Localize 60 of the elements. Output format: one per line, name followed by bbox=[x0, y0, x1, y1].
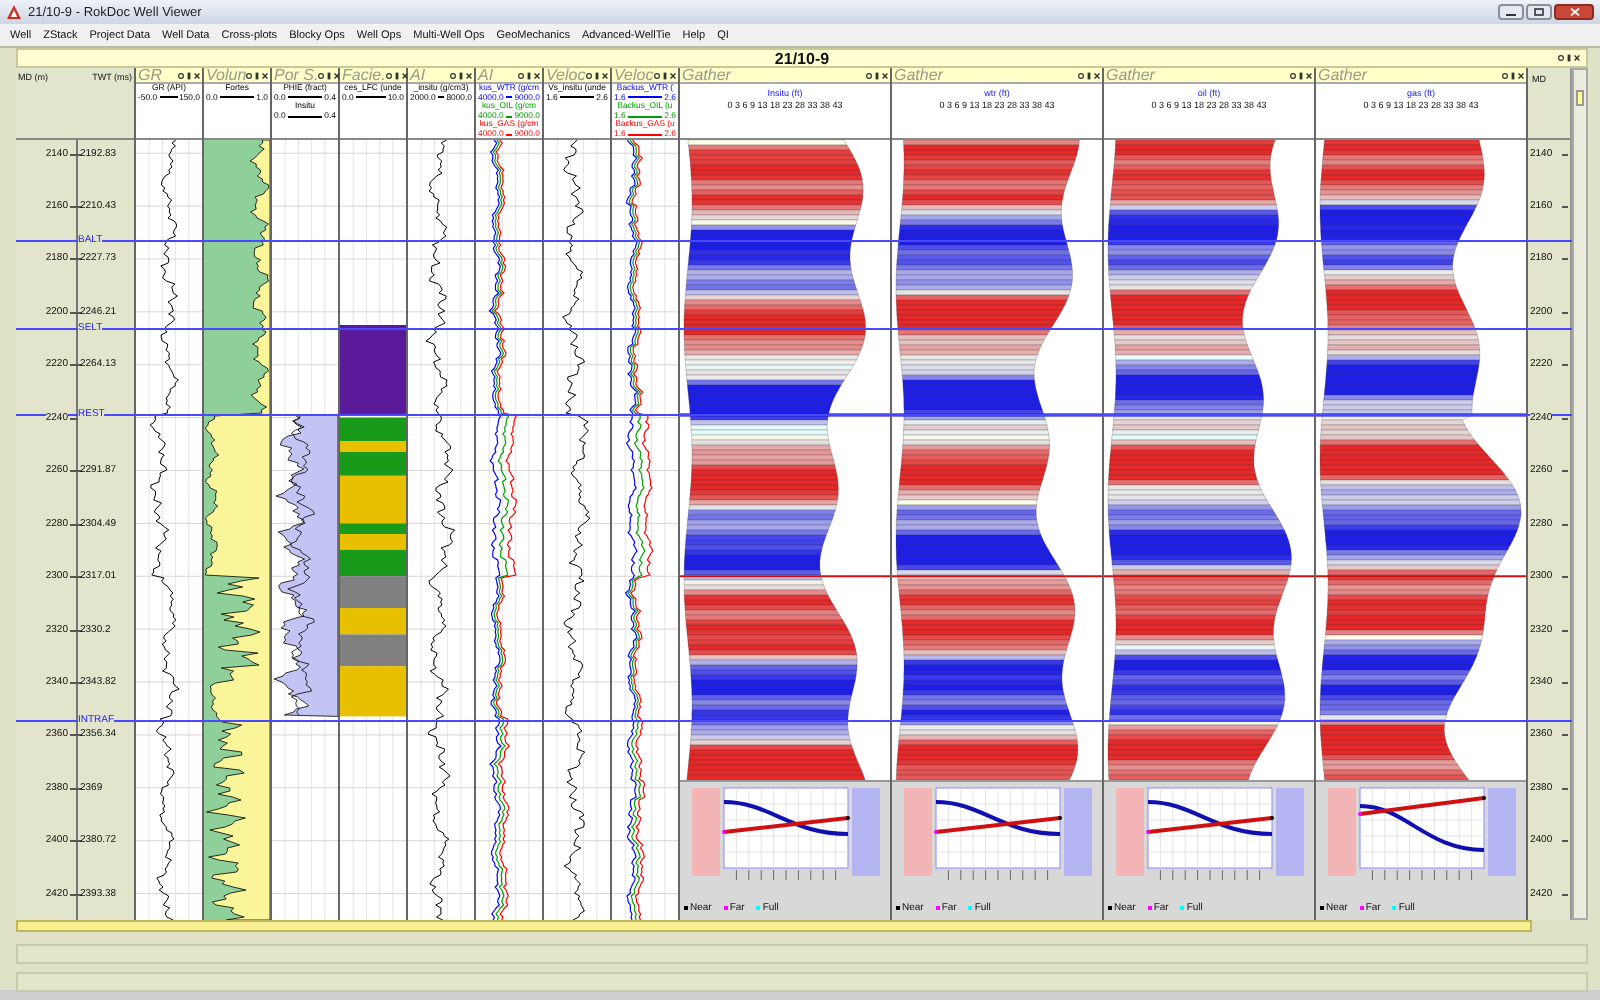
track-title: Gather bbox=[1318, 67, 1367, 83]
pin-icon[interactable] bbox=[526, 71, 532, 79]
circle-icon[interactable] bbox=[385, 71, 392, 79]
track-title: Gather bbox=[894, 67, 943, 83]
circle-icon[interactable] bbox=[866, 71, 872, 79]
circle-icon[interactable] bbox=[518, 71, 524, 79]
pin-icon[interactable] bbox=[393, 71, 400, 79]
track-title: Gather bbox=[682, 67, 731, 83]
close-icon[interactable] bbox=[466, 71, 472, 79]
vertical-scrollbar[interactable] bbox=[1572, 68, 1588, 920]
close-icon[interactable] bbox=[194, 71, 200, 79]
circle-icon[interactable] bbox=[1078, 71, 1084, 79]
circle-icon[interactable] bbox=[178, 71, 184, 79]
pin-icon[interactable] bbox=[1298, 71, 1304, 79]
circle-icon[interactable] bbox=[586, 71, 592, 79]
track-title: AI bbox=[410, 67, 426, 83]
track-title: Facie. bbox=[342, 67, 386, 83]
pin-icon[interactable] bbox=[662, 71, 668, 79]
circle-icon[interactable] bbox=[1502, 71, 1508, 79]
maximize-button[interactable] bbox=[1526, 4, 1552, 20]
app-icon bbox=[6, 4, 22, 20]
close-button[interactable] bbox=[1554, 4, 1594, 20]
close-icon[interactable] bbox=[401, 71, 408, 79]
circle-icon[interactable] bbox=[1558, 54, 1564, 62]
circle-icon[interactable] bbox=[450, 71, 456, 79]
pin-icon[interactable] bbox=[594, 71, 600, 79]
close-icon bbox=[1569, 8, 1579, 16]
close-icon[interactable] bbox=[1094, 71, 1100, 79]
pin-icon[interactable] bbox=[186, 71, 192, 79]
close-icon[interactable] bbox=[602, 71, 608, 79]
track-title: Por S. bbox=[274, 67, 319, 83]
close-icon[interactable] bbox=[1518, 71, 1524, 79]
track-title: Volun bbox=[206, 67, 247, 83]
pin-icon[interactable] bbox=[1566, 54, 1572, 62]
circle-icon[interactable] bbox=[1290, 71, 1296, 79]
close-icon[interactable] bbox=[262, 71, 269, 79]
minimize-icon bbox=[1506, 8, 1516, 16]
pin-icon[interactable] bbox=[1510, 71, 1516, 79]
track-title: AI bbox=[478, 67, 494, 83]
pin-icon[interactable] bbox=[326, 71, 333, 79]
track-title: Veloc bbox=[546, 67, 586, 83]
panel-title: 21/10-9 bbox=[774, 49, 830, 67]
close-icon[interactable] bbox=[534, 71, 540, 79]
track-title: Gather bbox=[1106, 67, 1155, 83]
track-title: GR bbox=[138, 67, 162, 83]
circle-icon[interactable] bbox=[246, 71, 253, 79]
minimize-button[interactable] bbox=[1498, 4, 1524, 20]
track-title: Veloc bbox=[614, 67, 654, 83]
horizontal-scrollbar[interactable] bbox=[16, 920, 1532, 932]
close-icon[interactable] bbox=[882, 71, 888, 79]
close-icon[interactable] bbox=[1574, 54, 1580, 62]
pin-icon[interactable] bbox=[874, 71, 880, 79]
close-icon[interactable] bbox=[670, 71, 676, 79]
pin-icon[interactable] bbox=[458, 71, 464, 79]
pin-icon[interactable] bbox=[1086, 71, 1092, 79]
pin-icon[interactable] bbox=[254, 71, 261, 79]
maximize-icon bbox=[1534, 8, 1544, 16]
circle-icon[interactable] bbox=[654, 71, 660, 79]
circle-icon[interactable] bbox=[318, 71, 325, 79]
close-icon[interactable] bbox=[1306, 71, 1312, 79]
